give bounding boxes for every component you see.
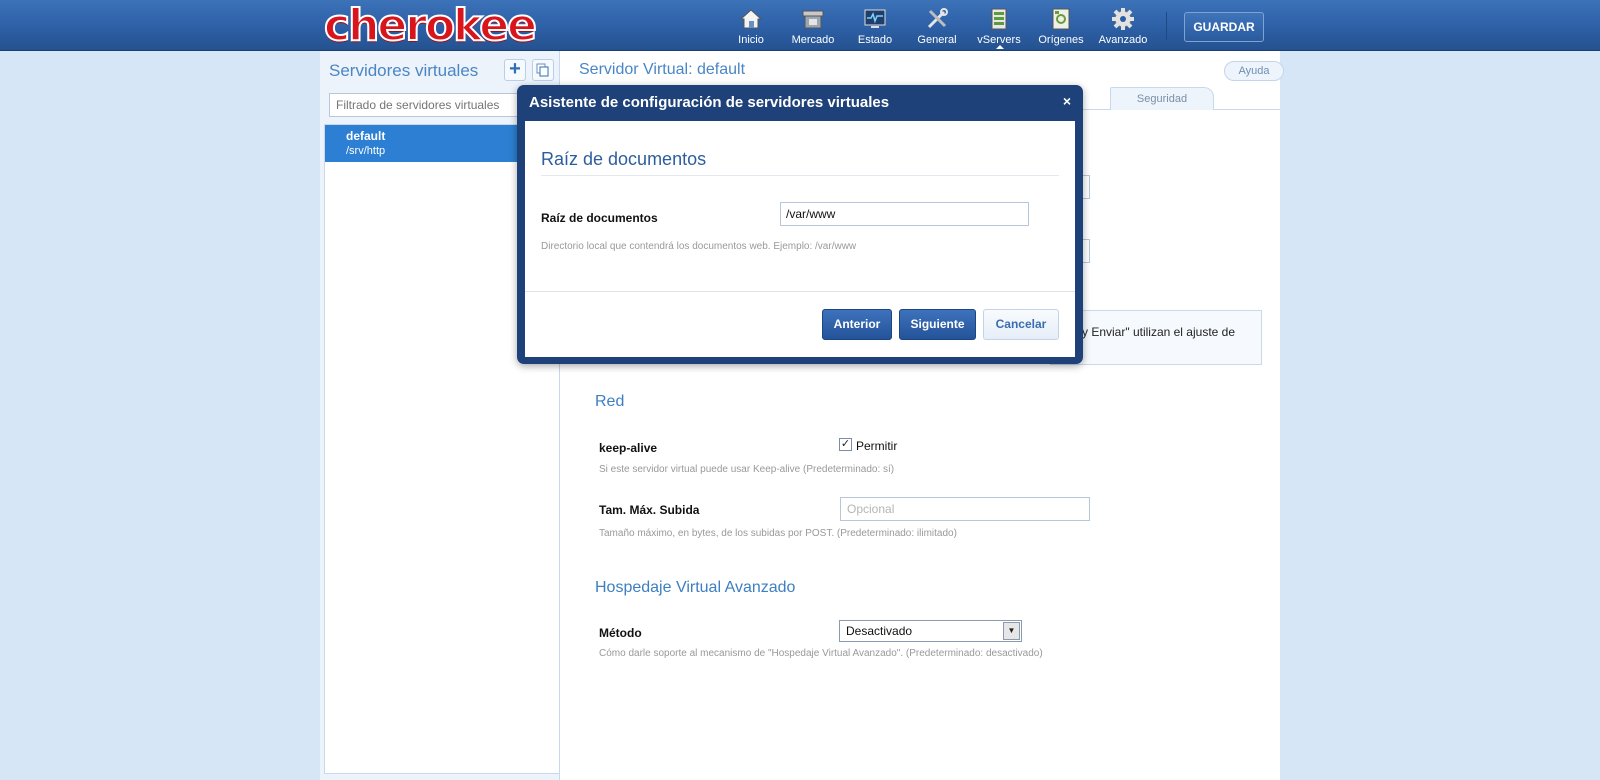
clone-icon-glyph — [536, 63, 549, 77]
nav-inicio[interactable]: Inicio — [720, 0, 782, 51]
sources-icon — [1052, 8, 1070, 30]
close-icon[interactable]: × — [1063, 93, 1071, 109]
nav-mercado[interactable]: Mercado — [782, 0, 844, 51]
upload-size-input[interactable]: Opcional — [840, 497, 1090, 521]
nav-general[interactable]: General — [906, 0, 968, 51]
cancel-button[interactable]: Cancelar — [983, 309, 1059, 340]
info-text: y Enviar" utilizan el ajuste de — [1082, 325, 1236, 339]
help-button[interactable]: Ayuda — [1224, 61, 1284, 81]
upload-size-label: Tam. Máx. Subida — [599, 503, 700, 517]
dialog-body: Raíz de documentos Raíz de documentos /v… — [525, 121, 1075, 357]
document-root-label: Raíz de documentos — [541, 211, 658, 225]
footer-divider — [525, 291, 1075, 292]
next-button[interactable]: Siguiente — [899, 309, 976, 340]
dialog-heading: Raíz de documentos — [541, 149, 707, 169]
top-bar: cherokee Inicio Mercado Estado General v… — [0, 0, 1600, 51]
tools-icon — [927, 8, 948, 29]
method-help: Cómo darle soporte al mecanismo de "Hosp… — [599, 648, 1043, 659]
keepalive-checkbox[interactable]: ✓ — [839, 438, 852, 451]
divider — [541, 175, 1059, 176]
nav-estado[interactable]: Estado — [844, 0, 906, 51]
keepalive-label: keep-alive — [599, 441, 658, 455]
nav-vservers[interactable]: vServers — [968, 0, 1030, 51]
method-label: Método — [599, 626, 642, 640]
section-network-title: Red — [595, 393, 625, 410]
main-nav: Inicio Mercado Estado General vServers O… — [720, 0, 1154, 51]
method-select-value: Desactivado — [846, 624, 913, 638]
keepalive-help: Si este servidor virtual puede usar Keep… — [599, 464, 895, 475]
chevron-down-icon[interactable]: ▼ — [1003, 622, 1020, 640]
previous-button[interactable]: Anterior — [822, 309, 892, 340]
cherokee-logo[interactable]: cherokee — [323, 3, 538, 49]
save-button[interactable]: GUARDAR — [1184, 12, 1264, 42]
nav-origenes[interactable]: Orígenes — [1030, 0, 1092, 51]
page-title: Servidor Virtual: default — [579, 61, 746, 78]
section-advanced-hosting-title: Hospedaje Virtual Avanzado — [595, 579, 796, 596]
keepalive-checkbox-label[interactable]: Permitir — [856, 439, 897, 453]
method-select[interactable]: Desactivado ▼ — [839, 620, 1022, 642]
document-root-input[interactable]: /var/www — [780, 202, 1029, 226]
vservers-icon — [991, 8, 1007, 30]
document-root-help: Directorio local que contendrá los docum… — [541, 241, 857, 252]
upload-size-help: Tamaño máximo, en bytes, de los subidas … — [599, 528, 957, 539]
wizard-dialog: Asistente de configuración de servidores… — [517, 85, 1083, 364]
clone-icon[interactable] — [532, 59, 554, 81]
tab-security[interactable]: Seguridad — [1110, 87, 1214, 110]
status-monitor-icon — [864, 9, 886, 28]
sidebar-title: Servidores virtuales — [329, 61, 479, 80]
nav-avanzado[interactable]: Avanzado — [1092, 0, 1154, 51]
home-icon — [739, 9, 763, 29]
market-icon — [802, 10, 824, 29]
nav-separator — [1166, 12, 1167, 40]
plus-icon[interactable]: + — [504, 59, 526, 81]
gear-icon — [1112, 8, 1134, 30]
dialog-title: Asistente de configuración de servidores… — [529, 94, 890, 111]
